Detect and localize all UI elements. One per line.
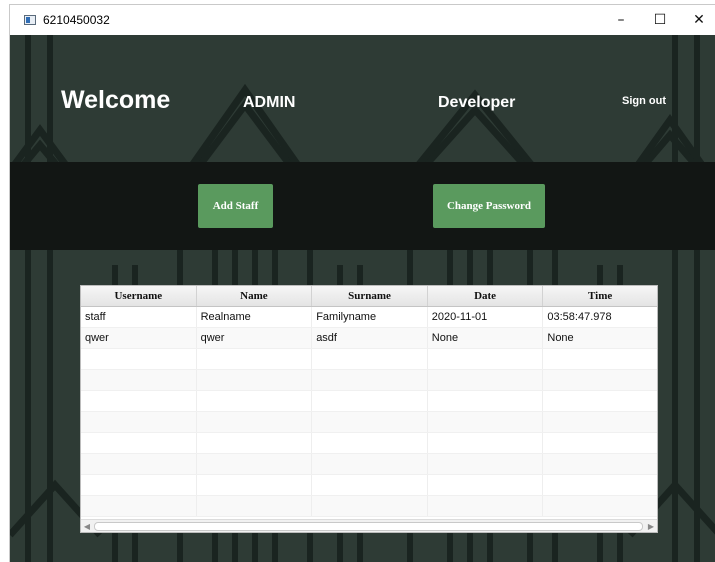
maximize-button[interactable]: ☐	[641, 5, 679, 35]
column-header-time[interactable]: Time	[543, 286, 657, 306]
scroll-left-icon[interactable]: ◀	[81, 520, 93, 532]
cell-surname: asdf	[312, 328, 428, 348]
table-body: staff Realname Familyname 2020-11-01 03:…	[81, 307, 657, 517]
change-password-button[interactable]: Change Password	[433, 184, 545, 228]
window-title: 6210450032	[43, 13, 110, 27]
column-header-date[interactable]: Date	[428, 286, 544, 306]
left-edge	[0, 0, 10, 562]
cell-date: None	[428, 328, 544, 348]
table-header: Username Name Surname Date Time	[81, 286, 657, 307]
column-header-username[interactable]: Username	[81, 286, 197, 306]
empty-row	[81, 370, 657, 391]
app-window: 6210450032 – ☐ ✕ Welcome ADMIN Developer…	[10, 5, 715, 562]
table-row[interactable]: staff Realname Familyname 2020-11-01 03:…	[81, 307, 657, 328]
role-label: ADMIN	[243, 94, 296, 111]
empty-row	[81, 433, 657, 454]
cell-time: None	[547, 332, 574, 344]
title-bar[interactable]: 6210450032 – ☐ ✕	[10, 5, 715, 35]
cell-name: Realname	[197, 307, 313, 327]
horizontal-scrollbar[interactable]: ◀ ▶	[81, 519, 657, 532]
department-label: Developer	[438, 94, 516, 111]
cell-username: staff	[81, 307, 197, 327]
main-scene: Welcome ADMIN Developer Sign out Add Sta…	[10, 35, 715, 562]
cell-date: 2020-11-01	[428, 307, 544, 327]
column-header-name[interactable]: Name	[197, 286, 313, 306]
minimize-button[interactable]: –	[602, 5, 640, 35]
staff-table[interactable]: Username Name Surname Date Time staff Re…	[80, 285, 658, 533]
column-header-surname[interactable]: Surname	[312, 286, 428, 306]
action-band	[10, 162, 715, 250]
empty-row	[81, 349, 657, 370]
empty-row	[81, 475, 657, 496]
app-icon	[24, 15, 36, 25]
add-staff-button[interactable]: Add Staff	[198, 184, 273, 228]
cell-username: qwer	[81, 328, 197, 348]
welcome-label: Welcome	[61, 86, 171, 114]
scroll-thumb[interactable]	[94, 522, 643, 531]
cell-time: 03:58:47.978	[547, 311, 612, 323]
table-row[interactable]: qwer qwer asdf None None	[81, 328, 657, 349]
empty-row	[81, 412, 657, 433]
empty-row	[81, 391, 657, 412]
empty-row	[81, 454, 657, 475]
empty-row	[81, 496, 657, 517]
close-button[interactable]: ✕	[680, 5, 715, 35]
sign-out-link[interactable]: Sign out	[622, 95, 666, 107]
cell-name: qwer	[197, 328, 313, 348]
cell-surname: Familyname	[312, 307, 428, 327]
scroll-right-icon[interactable]: ▶	[645, 520, 657, 532]
